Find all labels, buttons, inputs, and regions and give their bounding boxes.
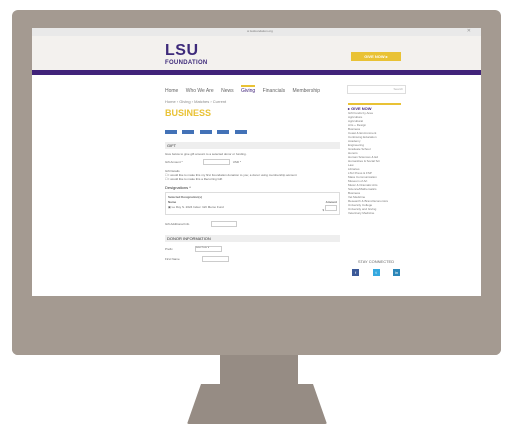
- designations-title: Selected Designation(s): [168, 195, 203, 199]
- gift-amount-input[interactable]: [202, 159, 230, 165]
- monitor-chin: [12, 332, 501, 355]
- first-name-input[interactable]: [201, 256, 229, 262]
- prefix-row: Prefix Select Prefix ▼: [165, 246, 340, 252]
- donor-section-title: DONOR INFORMATION: [165, 235, 340, 242]
- email-button[interactable]: [234, 130, 247, 134]
- recurring-gift-checkbox[interactable]: ☐ I would like to make this a Recurring …: [165, 177, 340, 181]
- close-icon[interactable]: ✕: [467, 28, 471, 34]
- additional-row: Gift Additional Info: [165, 221, 340, 227]
- url-bar[interactable]: ● lsufoundation.org: [224, 29, 296, 34]
- designation-amount: $: [322, 205, 337, 212]
- sidebar-item[interactable]: Veterinary Medicine: [348, 211, 401, 215]
- logo-lsu[interactable]: LSU: [165, 42, 199, 60]
- additional-label: Gift Additional Info: [165, 222, 190, 226]
- designations-box: Selected Designation(s) Name Amount ▣ Le…: [165, 192, 340, 215]
- designation-name[interactable]: ▣ Le Roy S. 2024 Index: Gift Memo Fund: [168, 205, 224, 212]
- first-name-label: First Name: [165, 257, 180, 261]
- gift-amount-suffix: USD *: [232, 160, 242, 164]
- gift-options: Gift Details ☐ I would like to make this…: [165, 169, 340, 181]
- like-button[interactable]: [182, 130, 195, 134]
- designations-header: Name Amount: [168, 200, 337, 204]
- sidebar: ▸ GIVE NOW Gift Funds by Area Agriculture…: [348, 103, 401, 215]
- gift-section-title: GIFT: [165, 142, 340, 149]
- nav-giving[interactable]: Giving: [241, 85, 256, 94]
- designations-head-name: Name: [168, 200, 177, 204]
- nav-news[interactable]: News: [221, 88, 234, 94]
- linkedin-icon[interactable]: in: [393, 269, 400, 276]
- share-button[interactable]: [165, 130, 177, 134]
- facebook-icon[interactable]: f: [352, 269, 359, 276]
- sidebar-items: Gift Funds by Area Agriculture Agricultura…: [348, 111, 401, 215]
- site-header: LSU FOUNDATION GIVE NOW ▸: [32, 36, 481, 70]
- main-content: Home › Giving › Matches › Current BUSINE…: [165, 99, 340, 262]
- nav-financials[interactable]: Financials: [263, 88, 286, 94]
- google-button[interactable]: [217, 130, 230, 134]
- designations-label: Designations *: [165, 185, 191, 190]
- prefix-label: Prefix: [165, 247, 173, 251]
- page-title: BUSINESS: [165, 108, 212, 118]
- give-now-button[interactable]: GIVE NOW ▸: [351, 52, 401, 61]
- additional-input[interactable]: [211, 221, 238, 227]
- header-band: [32, 70, 481, 75]
- logo-foundation: FOUNDATION: [165, 60, 208, 66]
- breadcrumb[interactable]: Home › Giving › Matches › Current: [165, 99, 340, 104]
- monitor-base: [187, 384, 327, 424]
- twitter-icon[interactable]: t: [372, 269, 380, 276]
- monitor-neck: [220, 355, 298, 385]
- gift-amount-row: Gift Amount * USD *: [165, 159, 340, 165]
- gift-instructions: Give below to give gift amount to a sele…: [165, 152, 247, 156]
- search-input[interactable]: Search: [347, 85, 406, 94]
- nav-who-we-are[interactable]: Who We Are: [186, 88, 214, 94]
- designation-prefix: $: [322, 208, 325, 212]
- designation-amount-input[interactable]: [325, 205, 337, 211]
- nav-home[interactable]: Home: [165, 88, 178, 94]
- tweet-button[interactable]: [199, 130, 212, 134]
- gift-amount-label: Gift Amount *: [165, 160, 183, 164]
- designation-row: ▣ Le Roy S. 2024 Index: Gift Memo Fund $: [168, 205, 337, 212]
- designations-head-amount: Amount: [325, 200, 337, 204]
- screen: ● lsufoundation.org ✕ LSU FOUNDATION GIV…: [32, 28, 481, 296]
- social-row: f t in: [352, 269, 400, 276]
- first-name-row: First Name: [165, 256, 340, 262]
- stay-connected: STAY CONNECTED: [357, 259, 395, 264]
- share-row: [165, 121, 340, 139]
- nav-membership[interactable]: Membership: [293, 88, 321, 94]
- prefix-select[interactable]: Select Prefix ▼: [194, 246, 222, 252]
- sidebar-title[interactable]: ▸ GIVE NOW: [348, 103, 401, 111]
